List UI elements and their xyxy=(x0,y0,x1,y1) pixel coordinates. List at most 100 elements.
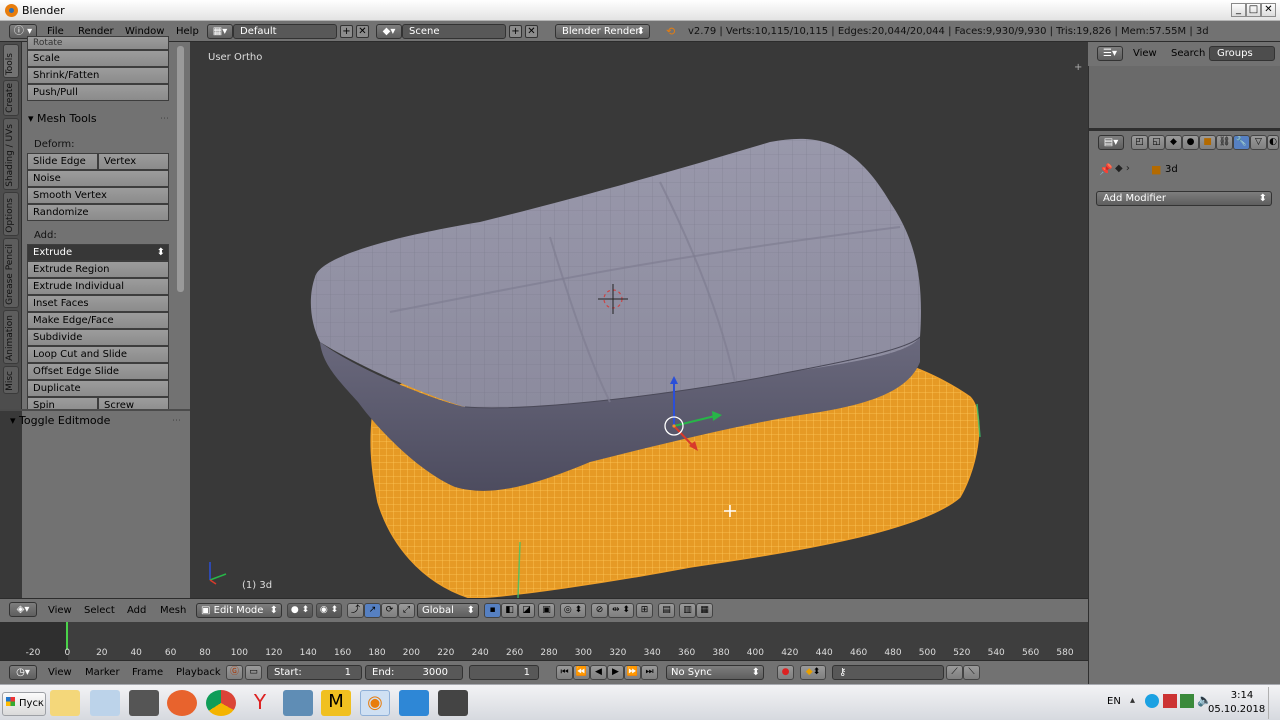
snap-element-icon[interactable]: ⇹ ⬍ xyxy=(608,603,634,618)
monitor-icon[interactable] xyxy=(399,690,429,716)
security-icon[interactable] xyxy=(1163,694,1177,708)
insert-keyframe-icon[interactable]: ⟋ xyxy=(946,665,963,680)
m-app-icon[interactable]: M xyxy=(321,690,351,716)
shelf-scrollbar[interactable] xyxy=(177,46,184,292)
prev-key-icon[interactable]: ⏪ xyxy=(573,665,590,680)
tab-animation[interactable]: Animation xyxy=(3,310,19,364)
pin-icon[interactable]: 📌 xyxy=(1099,163,1113,176)
close-button[interactable]: ✕ xyxy=(1261,3,1276,17)
snap-toggle-icon[interactable]: ⊘ xyxy=(591,603,608,618)
maximize-button[interactable]: □ xyxy=(1246,3,1261,17)
start-frame-field[interactable]: Start: 1 xyxy=(267,665,362,680)
limit-selection-icon[interactable]: ▣ xyxy=(538,603,555,618)
photos-icon[interactable] xyxy=(283,690,313,716)
rotate-icon[interactable]: ⟳ xyxy=(381,603,398,618)
play-reverse-icon[interactable]: ◀ xyxy=(590,665,607,680)
paste-icon[interactable]: ▦ xyxy=(696,603,713,618)
add-layout-button[interactable]: + xyxy=(340,25,353,38)
mode-select[interactable]: ▣ Edit Mode ⬍ xyxy=(196,603,282,618)
render-tab-icon[interactable]: ◰ xyxy=(1131,135,1148,150)
scene-tab-icon[interactable]: ◆ xyxy=(1165,135,1182,150)
snap-target-icon[interactable]: ⊞ xyxy=(636,603,653,618)
tray-expand-icon[interactable]: ▴ xyxy=(1130,695,1135,706)
show-desktop-button[interactable] xyxy=(1268,687,1278,719)
clock-time[interactable]: 3:14 xyxy=(1222,690,1262,701)
current-frame-line[interactable] xyxy=(66,622,68,650)
object-tab-icon[interactable]: ■ xyxy=(1199,135,1216,150)
explorer-icon[interactable] xyxy=(50,690,80,716)
tab-misc[interactable]: Misc xyxy=(3,366,19,394)
disk-icon[interactable] xyxy=(129,690,159,716)
current-frame-field[interactable]: 1 xyxy=(469,665,539,680)
vertex-slide-button[interactable]: Vertex xyxy=(98,153,169,170)
editor-type-3d-icon[interactable]: ◈▾ xyxy=(9,602,37,617)
duplicate-button[interactable]: Duplicate xyxy=(27,380,169,397)
tab-tools[interactable]: Tools xyxy=(3,44,19,78)
scale-icon[interactable]: ⤢ xyxy=(398,603,415,618)
scale-button[interactable]: Scale xyxy=(27,50,169,67)
scene-icon[interactable]: ◆▾ xyxy=(376,24,402,39)
slide-edge-button[interactable]: Slide Edge xyxy=(27,153,98,170)
noise-button[interactable]: Noise xyxy=(27,170,169,187)
loop-cut-button[interactable]: Loop Cut and Slide xyxy=(27,346,169,363)
keying-set-field[interactable]: ⚷ xyxy=(832,665,944,680)
outliner-search-menu[interactable]: Search xyxy=(1171,48,1205,59)
drag-handle-icon[interactable]: ⋯ xyxy=(160,114,169,124)
world-tab-icon[interactable]: ● xyxy=(1182,135,1199,150)
timeline-view-menu[interactable]: View xyxy=(48,667,72,678)
scene-field[interactable]: Scene xyxy=(402,24,506,39)
orientation-select[interactable]: Global ⬍ xyxy=(417,603,479,618)
render-engine-select[interactable]: Blender Render ⬍ xyxy=(555,24,650,39)
shrink-fatten-button[interactable]: Shrink/Fatten xyxy=(27,67,169,84)
screw-button[interactable]: Screw xyxy=(98,397,169,409)
language-indicator[interactable]: EN xyxy=(1107,696,1121,707)
mesh-menu[interactable]: Mesh xyxy=(160,605,186,616)
editor-type-properties-icon[interactable]: ▤▾ xyxy=(1098,135,1124,150)
spin-button[interactable]: Spin xyxy=(27,397,98,409)
end-frame-field[interactable]: End: 3000 xyxy=(365,665,463,680)
calculator-icon[interactable] xyxy=(90,690,120,716)
offset-edge-slide-button[interactable]: Offset Edge Slide xyxy=(27,363,169,380)
yandex-icon[interactable]: Y xyxy=(245,690,275,716)
add-modifier-select[interactable]: Add Modifier ⬍ xyxy=(1096,191,1272,206)
jump-start-icon[interactable]: ⏮ xyxy=(556,665,573,680)
next-key-icon[interactable]: ⏩ xyxy=(624,665,641,680)
editor-type-timeline-icon[interactable]: ◷▾ xyxy=(9,665,37,680)
translate-icon[interactable]: ↗ xyxy=(364,603,381,618)
network-icon[interactable] xyxy=(1180,694,1194,708)
timeline-area[interactable]: -20 0 20 40 60 80 100 120 140 160 180 200 220 240 260 2… xyxy=(0,622,1088,660)
blender-taskbar-icon[interactable]: ◉ xyxy=(360,690,390,716)
minimize-button[interactable]: _ xyxy=(1231,3,1246,17)
timeline-frame-menu[interactable]: Frame xyxy=(132,667,163,678)
menu-help[interactable]: Help xyxy=(176,26,199,37)
opengl-render-icon[interactable]: ▤ xyxy=(658,603,675,618)
extrude-select[interactable]: Extrude ⬍ xyxy=(27,244,169,261)
add-menu[interactable]: Add xyxy=(127,605,146,616)
drag-handle-icon[interactable]: ⋯ xyxy=(172,416,181,426)
copy-icon[interactable]: ▥ xyxy=(679,603,696,618)
tab-options[interactable]: Options xyxy=(3,192,19,236)
chrome-icon[interactable] xyxy=(206,690,236,716)
screen-layout-icon[interactable]: ▦▾ xyxy=(207,24,233,39)
timeline-marker-menu[interactable]: Marker xyxy=(85,667,120,678)
3d-viewport[interactable]: User Ortho + (1) 3d xyxy=(190,42,1088,598)
view-menu[interactable]: View xyxy=(48,605,72,616)
sync-select[interactable]: No Sync ⬍ xyxy=(666,665,764,680)
proportional-edit-icon[interactable]: ◎ ⬍ xyxy=(560,603,586,618)
smooth-vertex-button[interactable]: Smooth Vertex xyxy=(27,187,169,204)
lock-icon[interactable]: ▭ xyxy=(245,665,262,680)
firefox-icon[interactable] xyxy=(167,690,197,716)
constraints-tab-icon[interactable]: ⛓ xyxy=(1216,135,1233,150)
toggle-editmode-panel-header[interactable]: ▾ Toggle Editmode xyxy=(10,414,110,427)
record-icon[interactable]: ● xyxy=(777,665,794,680)
remove-layout-button[interactable]: ✕ xyxy=(356,25,369,38)
vertex-select-icon[interactable]: ▪ xyxy=(484,603,501,618)
outliner-view-menu[interactable]: View xyxy=(1133,48,1157,59)
inset-faces-button[interactable]: Inset Faces xyxy=(27,295,169,312)
clock-date[interactable]: 05.10.2018 xyxy=(1208,704,1265,715)
jump-end-icon[interactable]: ⏭ xyxy=(641,665,658,680)
camera-icon[interactable] xyxy=(438,690,468,716)
delete-keyframe-icon[interactable]: ⟍ xyxy=(963,665,980,680)
face-select-icon[interactable]: ◪ xyxy=(518,603,535,618)
randomize-button[interactable]: Randomize xyxy=(27,204,169,221)
